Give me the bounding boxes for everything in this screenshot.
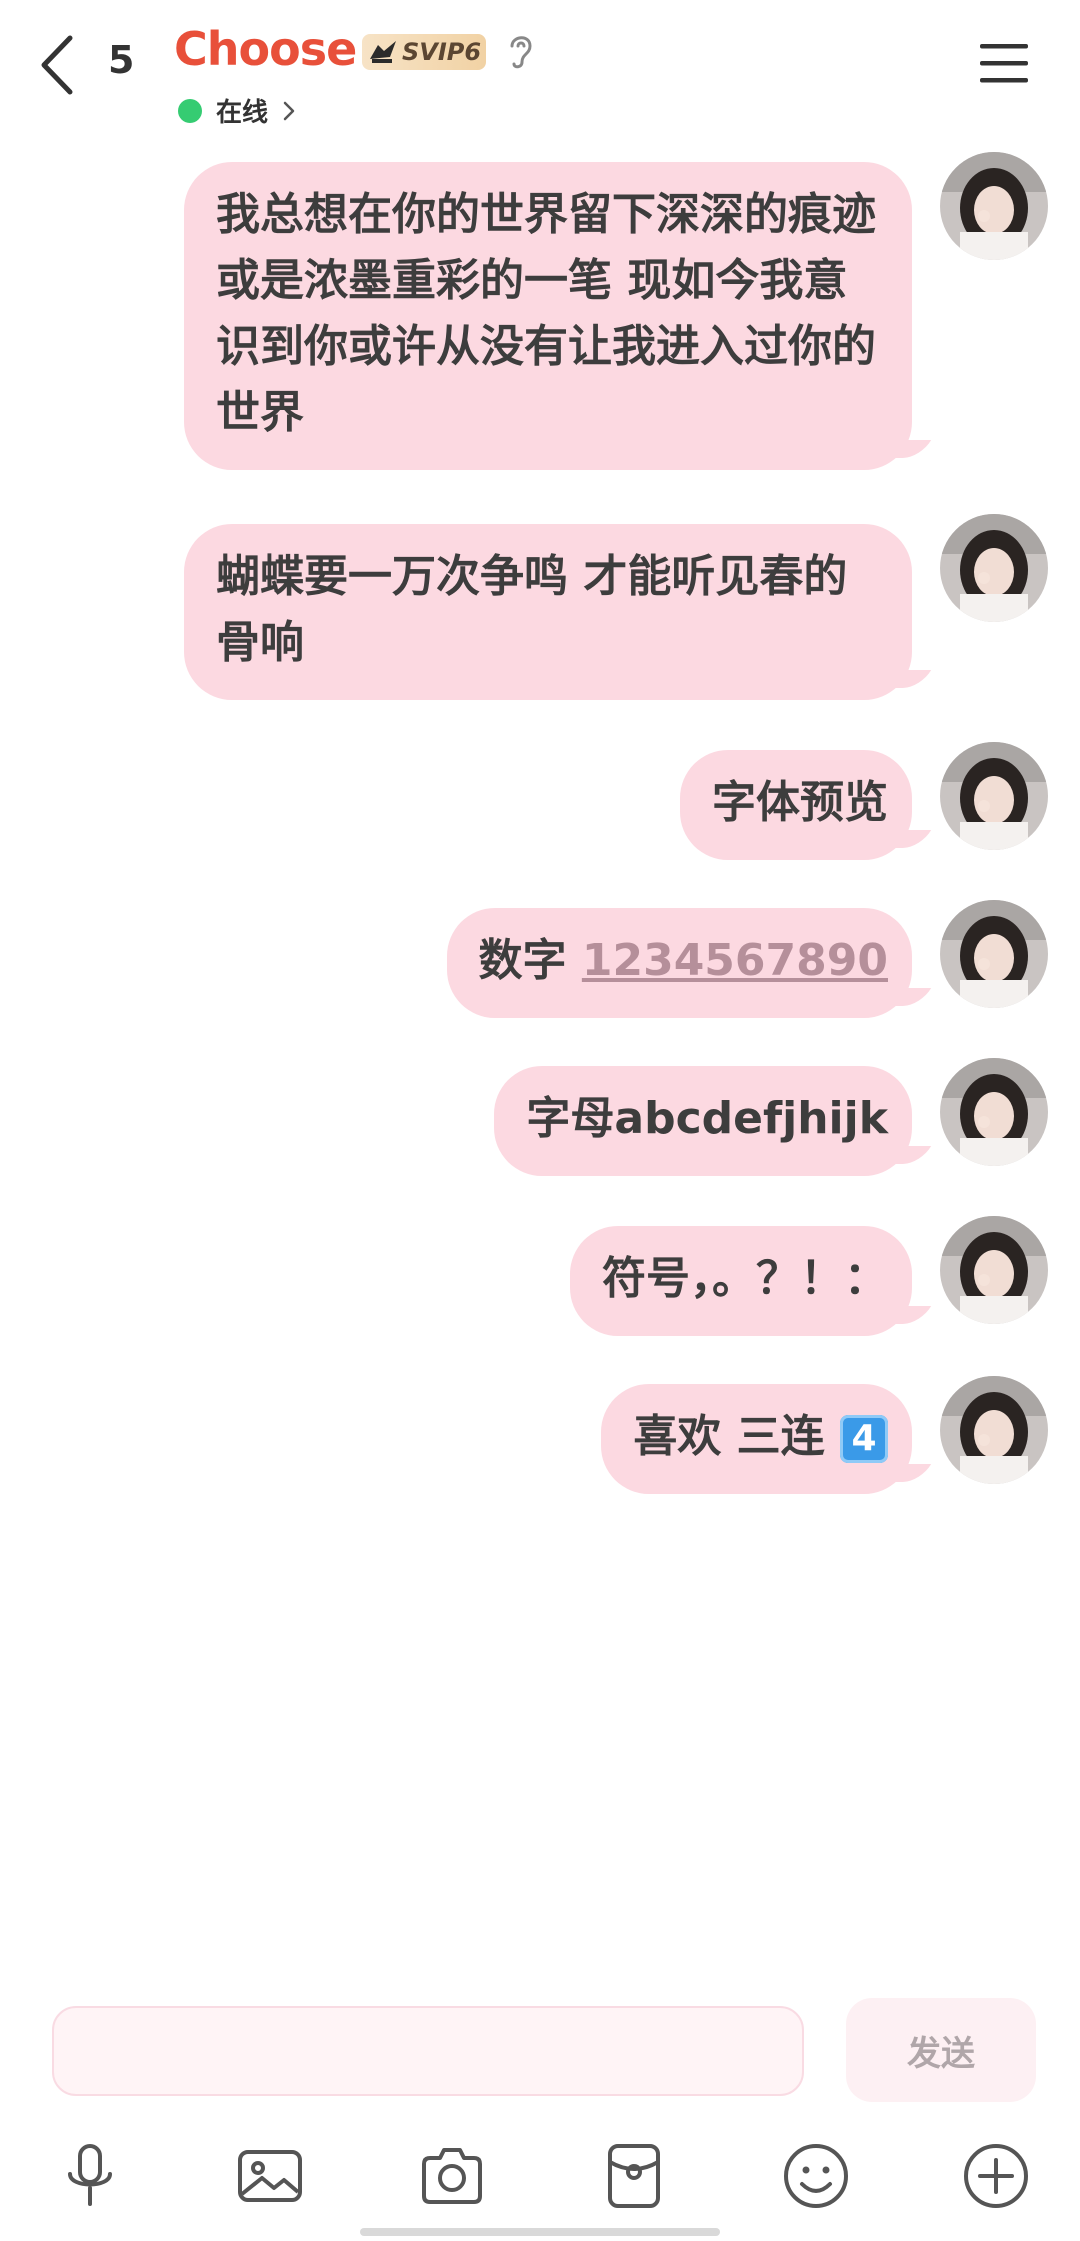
avatar-image	[940, 742, 1048, 850]
number-link[interactable]: 1234567890	[582, 935, 888, 986]
message-row: 字母abcdefjhijk	[494, 1066, 912, 1176]
status-label: 在线	[216, 98, 269, 128]
avatar[interactable]	[940, 1216, 1048, 1324]
message-bubble[interactable]: 喜欢 三连 4	[601, 1384, 912, 1494]
home-indicator	[360, 2228, 720, 2236]
chat-title[interactable]: Choose	[174, 22, 357, 76]
red-packet-icon[interactable]	[598, 2140, 670, 2212]
plus-icon[interactable]	[960, 2140, 1032, 2212]
avatar[interactable]	[940, 900, 1048, 1008]
message-prefix: 数字	[478, 935, 582, 986]
vip-crown-icon	[370, 41, 396, 63]
message-input[interactable]	[52, 2006, 804, 2096]
image-icon[interactable]	[234, 2140, 306, 2212]
avatar-image	[940, 1216, 1048, 1324]
message-row: 喜欢 三连 4	[601, 1384, 912, 1494]
avatar[interactable]	[940, 152, 1048, 260]
camera-icon[interactable]	[416, 2140, 488, 2212]
avatar-image	[940, 1376, 1048, 1484]
avatar-image	[940, 152, 1048, 260]
emoji-icon[interactable]	[780, 2140, 852, 2212]
vip-label: SVIP6	[402, 38, 482, 66]
message-bubble[interactable]: 符号，。？！：	[570, 1226, 912, 1336]
message-row: 数字 1234567890	[446, 908, 912, 1018]
vip-badge[interactable]: SVIP6	[362, 34, 486, 70]
ear-icon[interactable]	[504, 30, 536, 70]
back-icon[interactable]	[36, 30, 80, 100]
avatar-image	[940, 900, 1048, 1008]
avatar[interactable]	[940, 1376, 1048, 1484]
message-row: 符号，。？！：	[570, 1226, 912, 1336]
message-bubble[interactable]: 字母abcdefjhijk	[494, 1066, 912, 1176]
avatar-image	[940, 1058, 1048, 1166]
menu-icon[interactable]	[978, 40, 1030, 86]
message-bubble[interactable]: 字体预览	[680, 750, 912, 860]
chevron-right-icon	[283, 101, 295, 120]
online-dot	[178, 98, 202, 123]
microphone-icon[interactable]	[54, 2140, 126, 2212]
message-text: 喜欢 三连	[633, 1411, 840, 1462]
message-bubble[interactable]: 数字 1234567890	[446, 908, 912, 1018]
avatar[interactable]	[940, 742, 1048, 850]
unread-count: 5	[108, 38, 135, 82]
online-status[interactable]: 在线	[178, 92, 296, 129]
keycap-emoji: 4	[840, 1415, 888, 1463]
avatar-image	[940, 514, 1048, 622]
input-toolbar	[0, 2140, 1080, 2220]
message-row: 蝴蝶要一万次争鸣 才能听见春的骨响	[184, 524, 912, 700]
message-row: 我总想在你的世界留下深深的痕迹 或是浓墨重彩的一笔 现如今我意识到你或许从没有让…	[184, 162, 912, 470]
avatar[interactable]	[940, 1058, 1048, 1166]
send-button[interactable]: 发送	[846, 1998, 1036, 2102]
message-bubble[interactable]: 我总想在你的世界留下深深的痕迹 或是浓墨重彩的一笔 现如今我意识到你或许从没有让…	[184, 162, 912, 470]
message-bubble[interactable]: 蝴蝶要一万次争鸣 才能听见春的骨响	[184, 524, 912, 700]
avatar[interactable]	[940, 514, 1048, 622]
message-row: 字体预览	[680, 750, 912, 860]
